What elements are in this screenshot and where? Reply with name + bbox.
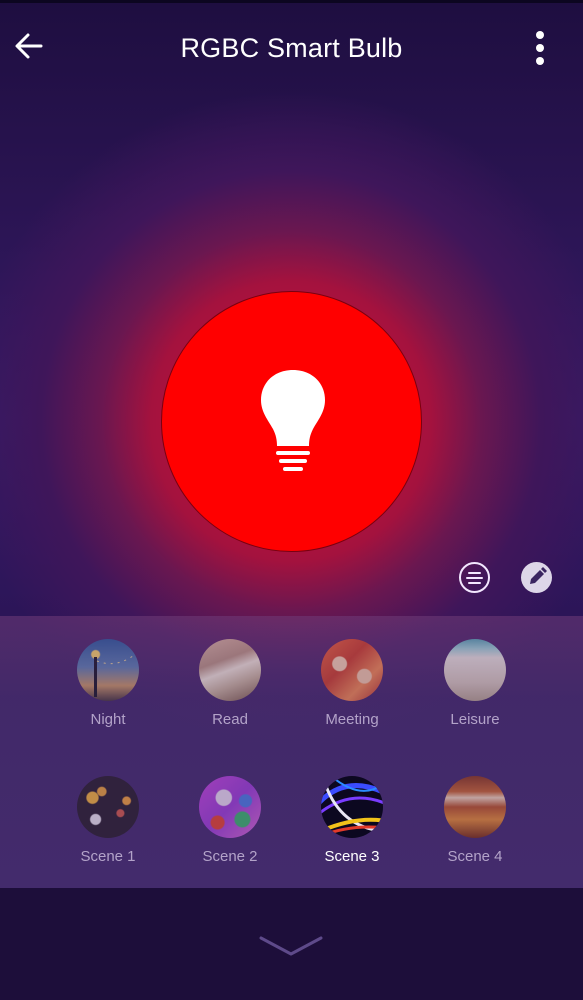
- scene-read[interactable]: Read: [175, 639, 285, 728]
- scene-3[interactable]: Scene 3: [297, 776, 407, 865]
- lightbulb-icon: [261, 370, 325, 471]
- scene-thumbnail: [444, 776, 506, 838]
- scene-label: Scene 2: [202, 848, 258, 865]
- scene-thumbnail: [321, 776, 383, 838]
- scene-2[interactable]: Scene 2: [175, 776, 285, 865]
- chevron-down-icon: [259, 936, 323, 956]
- scene-thumbnail: [199, 639, 261, 701]
- bulb-power-toggle[interactable]: [161, 291, 422, 552]
- list-icon-line: [466, 577, 483, 579]
- scene-thumbnail: [77, 639, 139, 701]
- scene-1[interactable]: Scene 1: [53, 776, 163, 865]
- scene-night[interactable]: Night: [53, 639, 163, 728]
- scene-label: Leisure: [450, 711, 500, 728]
- scene-label: Scene 1: [80, 848, 136, 865]
- more-options-button[interactable]: [528, 29, 552, 67]
- scene-label: Scene 3: [324, 848, 380, 865]
- street-lamp-image: [94, 652, 138, 697]
- page-title: RGBC Smart Bulb: [180, 33, 403, 63]
- expand-button[interactable]: [257, 932, 325, 964]
- scene-thumbnail: [321, 639, 383, 701]
- scene-4[interactable]: Scene 4: [420, 776, 530, 865]
- scene-meeting[interactable]: Meeting: [297, 639, 407, 728]
- neon-streaks-image: [321, 776, 383, 838]
- scene-label: Scene 4: [447, 848, 503, 865]
- scene-label: Read: [212, 711, 248, 728]
- scene-label: Night: [90, 711, 126, 728]
- edit-button[interactable]: [521, 562, 552, 593]
- scenes-panel: Night Read Meeting Leisure Scene 1 Scene…: [0, 616, 583, 888]
- more-vertical-icon: [536, 31, 544, 39]
- scene-label: Meeting: [325, 711, 379, 728]
- screen: RGBC Smart Bulb Night Read Meeting Leisu…: [0, 0, 583, 1000]
- scene-thumbnail: [199, 776, 261, 838]
- scene-thumbnail: [77, 776, 139, 838]
- scene-thumbnail: [444, 639, 506, 701]
- more-vertical-icon-dot: [536, 44, 544, 52]
- list-button[interactable]: [459, 562, 490, 593]
- more-vertical-icon-dot: [536, 57, 544, 65]
- list-icon-line: [468, 582, 481, 584]
- pencil-icon: [530, 567, 547, 584]
- scene-leisure[interactable]: Leisure: [420, 639, 530, 728]
- list-icon: [468, 572, 481, 574]
- app-bar: RGBC Smart Bulb: [0, 3, 583, 93]
- bottom-bar: [0, 888, 583, 1000]
